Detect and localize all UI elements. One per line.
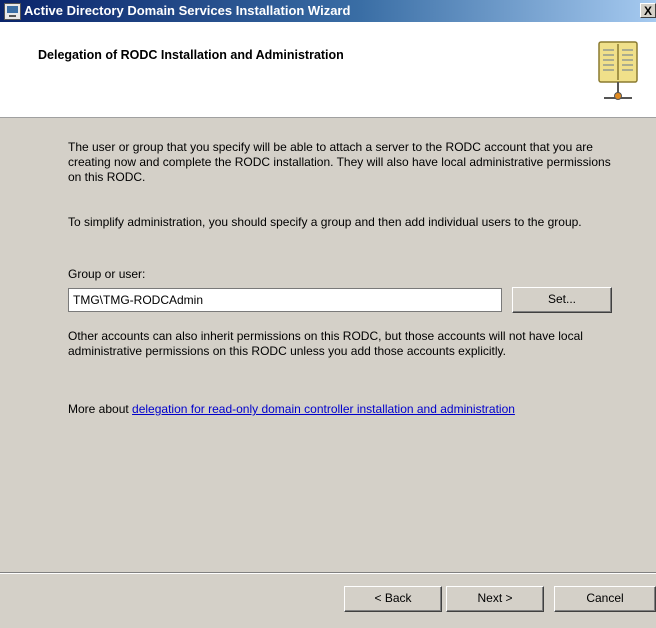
footer-divider [0,572,656,574]
more-about-prefix: More about [68,402,133,416]
more-about-line: More about delegation for read-only doma… [68,402,515,416]
wizard-content: The user or group that you specify will … [0,118,656,572]
simplify-text: To simplify administration, you should s… [68,215,582,229]
server-icon [4,3,21,20]
next-button[interactable]: Next > [446,586,544,612]
close-button[interactable]: X [640,3,656,18]
title-bar: Active Directory Domain Services Install… [0,0,656,22]
delegation-help-link[interactable]: delegation for read-only domain controll… [132,402,515,416]
window-title: Active Directory Domain Services Install… [24,3,351,18]
page-title: Delegation of RODC Installation and Admi… [38,48,344,62]
cancel-button[interactable]: Cancel [554,586,656,612]
back-button[interactable]: < Back [344,586,442,612]
set-button[interactable]: Set... [512,287,612,313]
group-or-user-input[interactable] [68,288,502,312]
group-or-user-label: Group or user: [68,267,146,281]
wizard-header: Delegation of RODC Installation and Admi… [0,22,656,118]
inherit-permissions-text: Other accounts can also inherit permissi… [68,329,583,358]
book-directory-icon [598,41,638,100]
intro-text: The user or group that you specify will … [68,140,611,184]
